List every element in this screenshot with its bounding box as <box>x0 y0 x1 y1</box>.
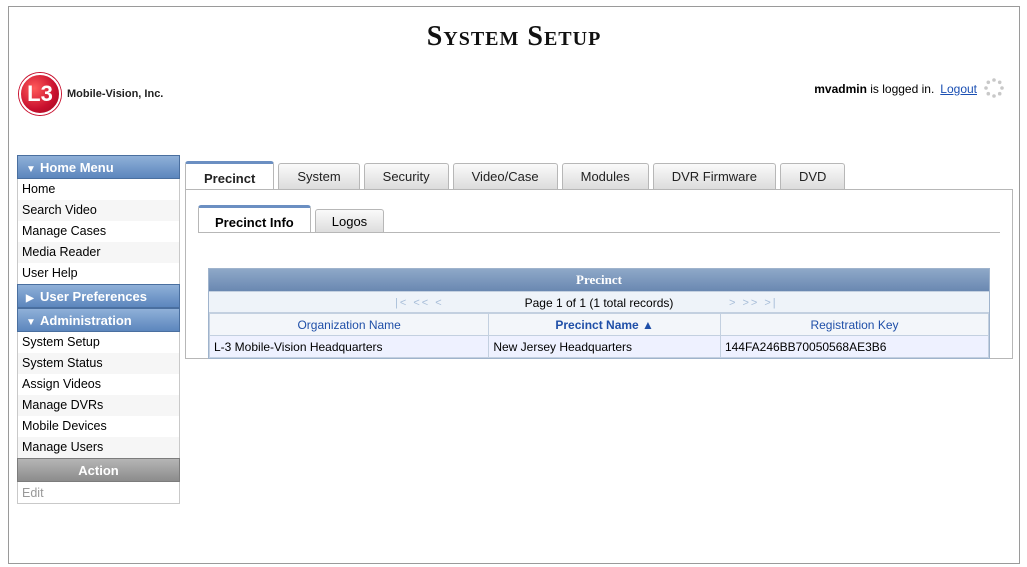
column-header-precinct-name[interactable]: Precinct Name ▲ <box>488 313 721 336</box>
grid-title: Precinct <box>209 269 989 291</box>
main-content: Precinct System Security Video/Case Modules D… <box>185 160 1013 359</box>
precinct-grid: Precinct |< << < Page 1 of 1 (1 total re… <box>208 268 990 359</box>
sidebar: ▼ Home Menu Home Search Video Manage Cases M… <box>17 155 180 504</box>
sidebar-item-search-video[interactable]: Search Video <box>17 200 180 221</box>
tab-modules[interactable]: Modules <box>561 163 649 189</box>
pager-text: Page 1 of 1 (1 total records) <box>524 296 674 310</box>
logged-in-text: is logged in. <box>866 82 935 96</box>
pager-next-icon[interactable]: > >> >| <box>729 292 778 314</box>
sidebar-item-manage-cases[interactable]: Manage Cases <box>17 221 180 242</box>
company-logo: L3 Mobile-Vision, Inc. <box>19 73 163 115</box>
action-edit: Edit <box>17 482 180 504</box>
app-frame: System Setup L3 Mobile-Vision, Inc. mvad… <box>8 6 1020 564</box>
collapse-arrow-icon: ▶ <box>26 293 34 304</box>
precinct-table: Organization Name Precinct Name ▲ Registra… <box>208 313 990 358</box>
page-title: System Setup <box>426 21 602 52</box>
sidebar-item-manage-users[interactable]: Manage Users <box>17 437 180 458</box>
action-header: Action <box>17 458 180 482</box>
logout-link[interactable]: Logout <box>940 82 977 96</box>
tab-dvd[interactable]: DVD <box>779 163 846 189</box>
sidebar-item-home[interactable]: Home <box>17 179 180 200</box>
tab-security[interactable]: Security <box>363 163 449 189</box>
table-cell: New Jersey Headquarters <box>488 335 721 358</box>
sidebar-item-media-reader[interactable]: Media Reader <box>17 242 180 263</box>
sidebar-item-manage-dvrs[interactable]: Manage DVRs <box>17 395 180 416</box>
sidebar-item-user-help[interactable]: User Help <box>17 263 180 284</box>
tab-bar: Precinct System Security Video/Case Modules D… <box>185 160 1013 190</box>
sidebar-item-mobile-devices[interactable]: Mobile Devices <box>17 416 180 437</box>
table-row[interactable]: L-3 Mobile-Vision Headquarters New Jersey… <box>208 335 990 358</box>
home-menu-list: Home Search Video Manage Cases Media Reader… <box>17 179 180 284</box>
company-name: Mobile-Vision, Inc. <box>67 88 164 100</box>
column-header-organization-name[interactable]: Organization Name <box>208 313 490 336</box>
l3-logo-icon: L3 <box>19 73 61 115</box>
tab-dvr-firmware[interactable]: DVR Firmware <box>652 163 776 189</box>
username: mvadmin <box>814 82 867 96</box>
sidebar-item-system-status[interactable]: System Status <box>17 353 180 374</box>
login-status: mvadmin is logged in. Logout <box>814 82 977 96</box>
administration-list: System Setup System Status Assign Videos Ma… <box>17 332 180 458</box>
administration-header[interactable]: ▼ Administration <box>17 308 180 332</box>
loading-spinner-icon <box>984 78 1004 98</box>
tab-video-case[interactable]: Video/Case <box>452 163 558 189</box>
table-cell: 144FA246BB70050568AE3B6 <box>719 335 990 358</box>
subtab-logos[interactable]: Logos <box>314 209 385 233</box>
home-menu-header[interactable]: ▼ Home Menu <box>17 155 180 179</box>
tab-system[interactable]: System <box>278 163 360 189</box>
subtab-precinct-info[interactable]: Precinct Info <box>198 205 311 233</box>
pager-prev-icon[interactable]: |< << < <box>395 292 444 314</box>
column-header-registration-key[interactable]: Registration Key <box>719 313 990 336</box>
sidebar-item-assign-videos[interactable]: Assign Videos <box>17 374 180 395</box>
divider <box>198 232 1000 233</box>
tab-precinct[interactable]: Precinct <box>185 161 275 190</box>
subtab-bar: Precinct Info Logos <box>198 205 388 233</box>
sidebar-item-system-setup[interactable]: System Setup <box>17 332 180 353</box>
tab-panel: Precinct Info Logos Precinct |< << < Page… <box>185 189 1013 359</box>
user-preferences-header[interactable]: ▶ User Preferences <box>17 284 180 308</box>
table-cell: L-3 Mobile-Vision Headquarters <box>208 335 490 358</box>
pager: |< << < Page 1 of 1 (1 total records) > … <box>209 291 989 313</box>
